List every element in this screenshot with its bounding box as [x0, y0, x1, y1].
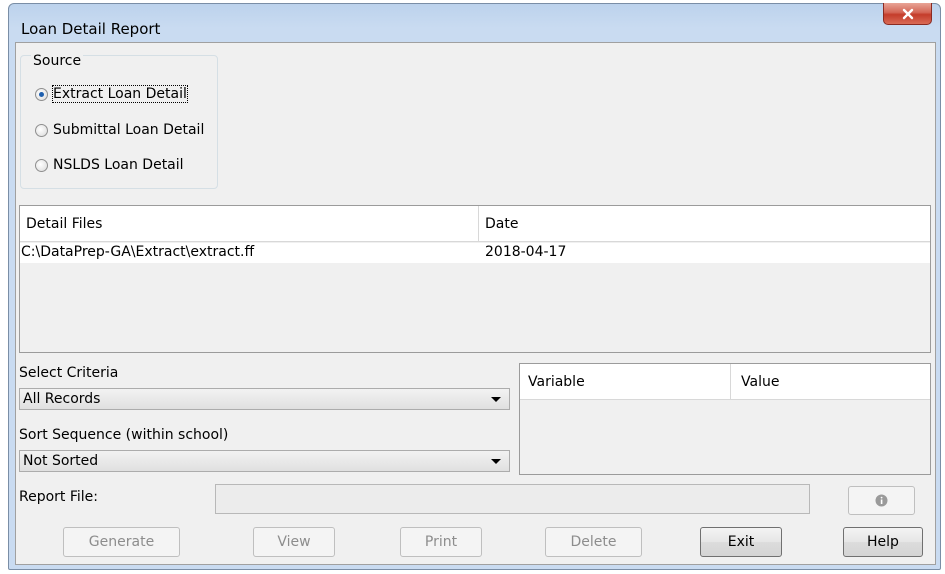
radio-button[interactable] — [35, 158, 48, 172]
view-button[interactable]: View — [253, 527, 335, 557]
report-file-field[interactable] — [215, 484, 810, 514]
chevron-down-icon — [491, 459, 501, 464]
radio-submittal-loan-detail[interactable]: Submittal Loan Detail — [35, 122, 204, 138]
select-criteria-dropdown[interactable]: All Records — [19, 388, 510, 410]
close-button[interactable] — [883, 3, 932, 25]
column-header-variable[interactable]: Variable — [520, 364, 731, 400]
print-button[interactable]: Print — [400, 527, 482, 557]
close-icon — [902, 8, 913, 19]
cell-date: 2018-04-17 — [485, 244, 567, 260]
report-file-label: Report File: — [19, 489, 99, 505]
sort-sequence-label: Sort Sequence (within school) — [19, 427, 229, 443]
sort-sequence-value: Not Sorted — [23, 453, 99, 469]
column-header-value[interactable]: Value — [731, 364, 930, 400]
info-button[interactable] — [848, 486, 915, 515]
radio-label-submittal: Submittal Loan Detail — [53, 122, 205, 138]
generate-button[interactable]: Generate — [63, 527, 180, 557]
title-bar[interactable]: Loan Detail Report — [9, 3, 940, 44]
exit-button[interactable]: Exit — [700, 527, 782, 557]
help-button[interactable]: Help — [843, 527, 923, 557]
cell-file-path: C:\DataPrep-GA\Extract\extract.ff — [21, 244, 255, 260]
delete-button[interactable]: Delete — [545, 527, 642, 557]
radio-button-checked[interactable] — [35, 87, 48, 101]
column-header-date[interactable]: Date — [479, 206, 930, 242]
detail-files-table[interactable]: Detail Files Date C:\DataPrep-GA\Extract… — [19, 205, 931, 353]
select-criteria-label: Select Criteria — [19, 365, 119, 381]
loan-detail-report-window: Loan Detail Report Source Extract Loan D… — [8, 3, 941, 570]
dialog-body: Source Extract Loan Detail Submittal Loa… — [15, 42, 936, 565]
radio-extract-loan-detail[interactable]: Extract Loan Detail — [35, 85, 188, 103]
chevron-down-icon — [491, 397, 501, 402]
column-header-detail-files[interactable]: Detail Files — [20, 206, 479, 242]
radio-label-extract: Extract Loan Detail — [52, 85, 188, 103]
source-legend: Source — [31, 53, 84, 69]
window-title: Loan Detail Report — [21, 20, 161, 38]
radio-label-nslds: NSLDS Loan Detail — [53, 157, 184, 173]
source-group: Source Extract Loan Detail Submittal Loa… — [20, 53, 218, 189]
select-criteria-value: All Records — [23, 391, 101, 407]
radio-button[interactable] — [35, 123, 48, 137]
info-icon — [875, 494, 888, 507]
radio-nslds-loan-detail[interactable]: NSLDS Loan Detail — [35, 157, 184, 173]
table-row[interactable]: C:\DataPrep-GA\Extract\extract.ff 2018-0… — [20, 243, 930, 263]
variable-value-table[interactable]: Variable Value — [519, 363, 931, 475]
sort-sequence-dropdown[interactable]: Not Sorted — [19, 450, 510, 472]
